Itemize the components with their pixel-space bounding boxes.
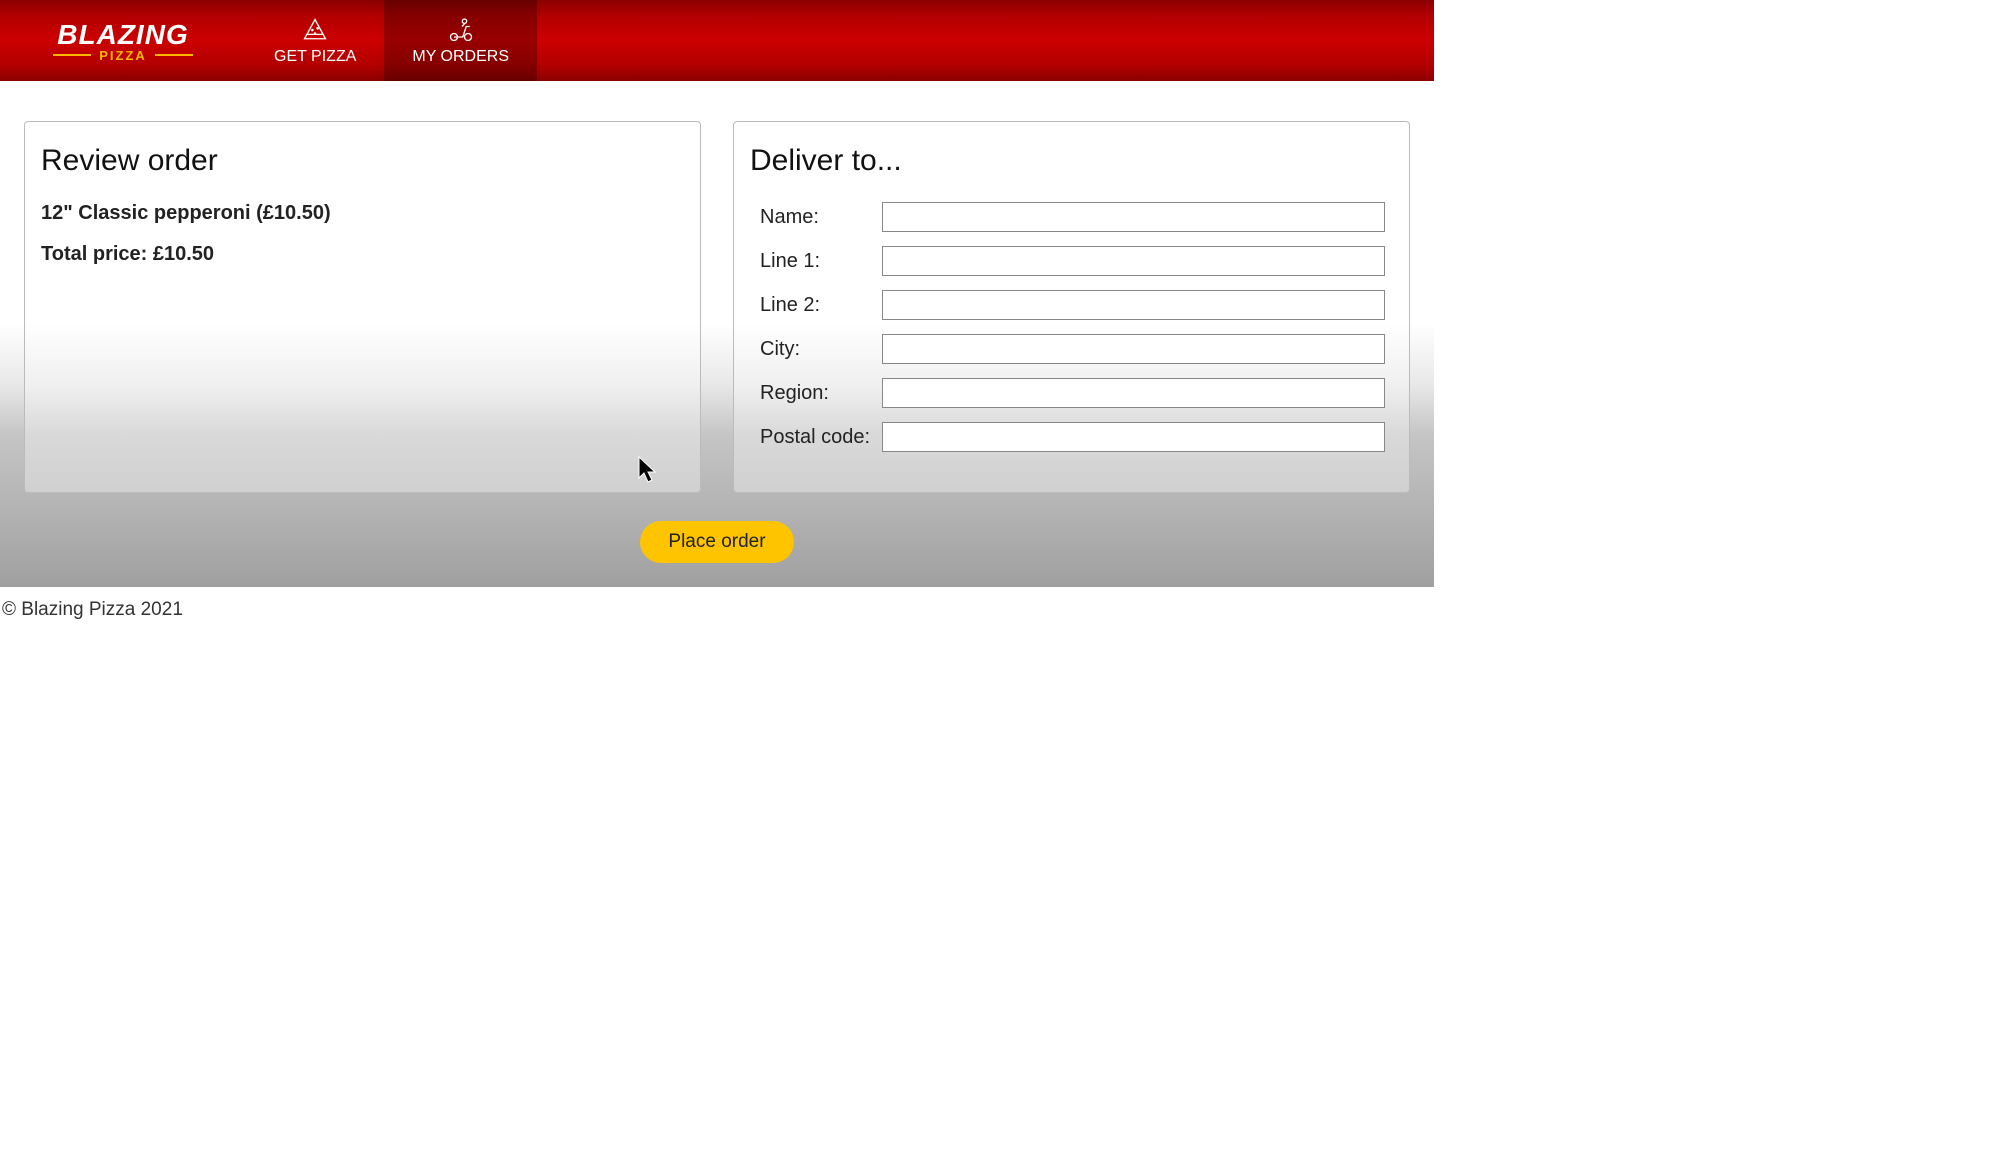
order-total: Total price: £10.50	[41, 243, 684, 266]
main-nav: GET PIZZA MY ORDERS	[246, 0, 537, 81]
nav-get-pizza-label: GET PIZZA	[274, 48, 356, 66]
brand-line-left	[53, 54, 91, 56]
order-line-item: 12" Classic pepperoni (£10.50)	[41, 202, 684, 225]
form-row-line1: Line 1:	[750, 246, 1393, 276]
brand-main-text: BLAZING	[57, 19, 188, 51]
brand-logo[interactable]: BLAZING PIZZA	[0, 19, 246, 63]
panels-row: Review order 12" Classic pepperoni (£10.…	[24, 121, 1410, 493]
form-row-city: City:	[750, 334, 1393, 364]
region-input[interactable]	[882, 378, 1385, 408]
line1-label: Line 1:	[750, 250, 882, 273]
line2-input[interactable]	[882, 290, 1385, 320]
scooter-icon	[447, 16, 475, 44]
footer: © Blazing Pizza 2021	[0, 587, 1434, 633]
city-input[interactable]	[882, 334, 1385, 364]
app-header: BLAZING PIZZA GET PIZZA	[0, 0, 1434, 81]
postal-input[interactable]	[882, 422, 1385, 452]
brand-line-right	[155, 54, 193, 56]
form-row-line2: Line 2:	[750, 290, 1393, 320]
copyright-text: © Blazing Pizza 2021	[2, 599, 183, 620]
name-input[interactable]	[882, 202, 1385, 232]
postal-label: Postal code:	[750, 426, 882, 449]
nav-get-pizza[interactable]: GET PIZZA	[246, 0, 384, 81]
place-order-row: Place order	[24, 521, 1410, 563]
form-row-name: Name:	[750, 202, 1393, 232]
nav-my-orders[interactable]: MY ORDERS	[384, 0, 537, 81]
brand-sub-text: PIZZA	[99, 48, 147, 63]
pizza-slice-icon	[301, 16, 329, 44]
name-label: Name:	[750, 206, 882, 229]
content-area: Review order 12" Classic pepperoni (£10.…	[0, 81, 1434, 587]
brand-sub-row: PIZZA	[53, 48, 193, 63]
place-order-button[interactable]: Place order	[640, 521, 793, 563]
deliver-to-title: Deliver to...	[750, 144, 1393, 178]
deliver-to-panel: Deliver to... Name: Line 1: Line 2:	[733, 121, 1410, 493]
line1-input[interactable]	[882, 246, 1385, 276]
review-order-panel: Review order 12" Classic pepperoni (£10.…	[24, 121, 701, 493]
city-label: City:	[750, 338, 882, 361]
line2-label: Line 2:	[750, 294, 882, 317]
review-order-title: Review order	[41, 144, 684, 178]
form-row-postal: Postal code:	[750, 422, 1393, 452]
form-row-region: Region:	[750, 378, 1393, 408]
region-label: Region:	[750, 382, 882, 405]
nav-my-orders-label: MY ORDERS	[412, 48, 509, 66]
